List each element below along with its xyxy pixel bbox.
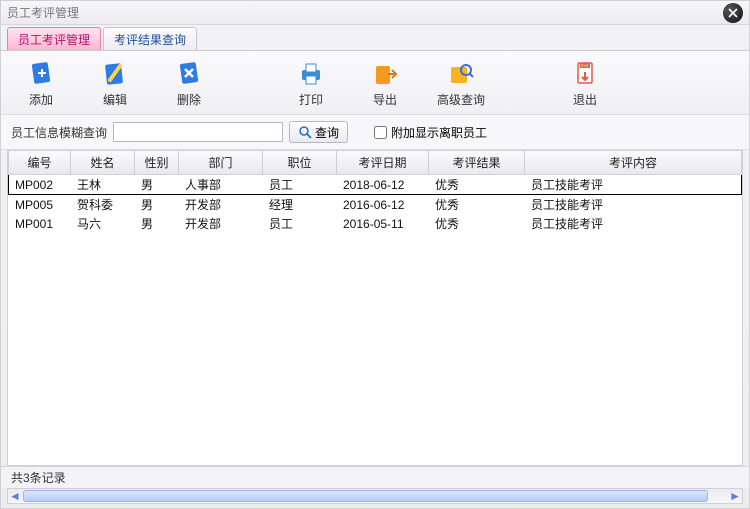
cell: 开发部 [179, 195, 263, 215]
col-header-0[interactable]: 编号 [9, 151, 71, 175]
tabstrip: 员工考评管理考评结果查询 [1, 25, 749, 51]
table-body: MP002王林男人事部员工2018-06-12优秀员工技能考评MP005贺科委男… [9, 175, 742, 234]
cell: 员工 [263, 175, 337, 195]
cell: 开发部 [179, 214, 263, 233]
results-table: 编号姓名性别部门职位考评日期考评结果考评内容 MP002王林男人事部员工2018… [8, 151, 742, 233]
col-header-4[interactable]: 职位 [263, 151, 337, 175]
cell: 男 [135, 195, 179, 215]
edit-button[interactable]: 编辑 [93, 59, 137, 108]
h-scrollbar[interactable]: ◄ ► [7, 488, 743, 504]
status-text: 共3条记录 [11, 469, 66, 486]
cell: 员工技能考评 [525, 214, 742, 233]
query-button[interactable]: 查询 [289, 121, 348, 143]
col-header-5[interactable]: 考评日期 [337, 151, 429, 175]
cell: 优秀 [429, 214, 525, 233]
cell: 男 [135, 214, 179, 233]
close-button[interactable] [723, 3, 743, 23]
cell: MP005 [9, 195, 71, 215]
cell: 员工 [263, 214, 337, 233]
col-header-1[interactable]: 姓名 [71, 151, 135, 175]
cell: 优秀 [429, 195, 525, 215]
cell: 优秀 [429, 175, 525, 195]
search-input[interactable] [113, 122, 283, 142]
export-icon [368, 59, 402, 89]
cell: MP002 [9, 175, 71, 195]
adv-search-icon [444, 59, 478, 89]
cell: 马六 [71, 214, 135, 233]
close-icon [728, 8, 738, 18]
print-button-label: 打印 [299, 91, 323, 108]
table-row[interactable]: MP002王林男人事部员工2018-06-12优秀员工技能考评 [9, 175, 742, 195]
print-button[interactable]: 打印 [289, 59, 333, 108]
scroll-right-arrow-icon[interactable]: ► [728, 489, 742, 503]
cell: MP001 [9, 214, 71, 233]
print-icon [294, 59, 328, 89]
tab-0[interactable]: 员工考评管理 [7, 27, 101, 50]
cell: 员工技能考评 [525, 175, 742, 195]
edit-icon [98, 59, 132, 89]
exit-button[interactable]: EXIT 退出 [563, 59, 607, 108]
cell: 2016-05-11 [337, 214, 429, 233]
adv-search-button-label: 高级查询 [437, 91, 485, 108]
table-empty-area [8, 233, 742, 465]
add-icon [24, 59, 58, 89]
search-bar: 员工信息模糊查询 查询 附加显示离职员工 [1, 115, 749, 150]
adv-search-button[interactable]: 高级查询 [437, 59, 485, 108]
col-header-7[interactable]: 考评内容 [525, 151, 742, 175]
show-resigned-checkbox[interactable] [374, 126, 387, 139]
col-header-2[interactable]: 性别 [135, 151, 179, 175]
search-icon [298, 125, 312, 139]
cell: 贺科委 [71, 195, 135, 215]
status-bar: 共3条记录 [1, 466, 749, 488]
delete-button[interactable]: 删除 [167, 59, 211, 108]
cell: 经理 [263, 195, 337, 215]
svg-text:EXIT: EXIT [581, 64, 590, 68]
table-row[interactable]: MP001马六男开发部员工2016-05-11优秀员工技能考评 [9, 214, 742, 233]
query-button-label: 查询 [315, 124, 339, 141]
cell: 王林 [71, 175, 135, 195]
cell: 2016-06-12 [337, 195, 429, 215]
table-header-row: 编号姓名性别部门职位考评日期考评结果考评内容 [9, 151, 742, 175]
scroll-left-arrow-icon[interactable]: ◄ [8, 489, 22, 503]
edit-button-label: 编辑 [103, 91, 127, 108]
exit-button-label: 退出 [573, 91, 597, 108]
col-header-3[interactable]: 部门 [179, 151, 263, 175]
export-button-label: 导出 [373, 91, 397, 108]
delete-icon [172, 59, 206, 89]
cell: 2018-06-12 [337, 175, 429, 195]
export-button[interactable]: 导出 [363, 59, 407, 108]
cell: 男 [135, 175, 179, 195]
cell: 人事部 [179, 175, 263, 195]
search-label: 员工信息模糊查询 [11, 124, 107, 141]
exit-icon: EXIT [568, 59, 602, 89]
add-button[interactable]: 添加 [19, 59, 63, 108]
scroll-thumb[interactable] [23, 490, 708, 502]
toolbar: 添加 编辑 删除 打印 导出 高级查询 EXIT 退出 [1, 51, 749, 115]
window-title: 员工考评管理 [7, 4, 723, 21]
tab-1[interactable]: 考评结果查询 [103, 27, 197, 50]
show-resigned-checkbox-wrap[interactable]: 附加显示离职员工 [374, 124, 487, 141]
delete-button-label: 删除 [177, 91, 201, 108]
titlebar: 员工考评管理 [1, 1, 749, 25]
window: 员工考评管理 员工考评管理考评结果查询 添加编辑删除打印导出高级查询EXIT退出… [0, 0, 750, 509]
add-button-label: 添加 [29, 91, 53, 108]
table-row[interactable]: MP005贺科委男开发部经理2016-06-12优秀员工技能考评 [9, 195, 742, 215]
col-header-6[interactable]: 考评结果 [429, 151, 525, 175]
cell: 员工技能考评 [525, 195, 742, 215]
show-resigned-label: 附加显示离职员工 [391, 124, 487, 141]
scroll-track[interactable] [22, 490, 728, 502]
table-wrap: 编号姓名性别部门职位考评日期考评结果考评内容 MP002王林男人事部员工2018… [7, 150, 743, 466]
